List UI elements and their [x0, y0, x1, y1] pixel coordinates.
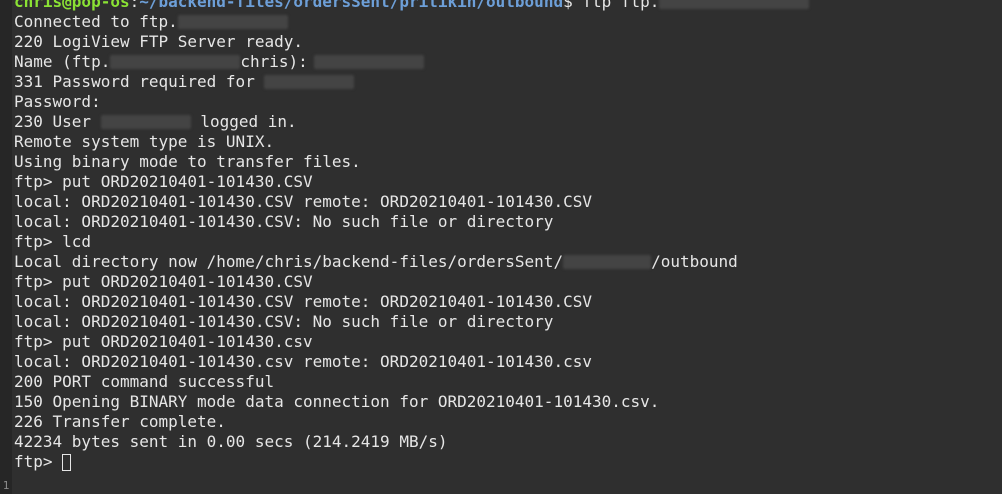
ftp-prompt: ftp> [14, 452, 63, 471]
output-text: Connected to ftp. [14, 12, 178, 31]
output-line: Remote system type is UNIX. [14, 132, 275, 151]
output-line: local: ORD20210401-101430.csv remote: OR… [14, 352, 592, 371]
output-text: chris): [240, 52, 308, 71]
redacted-username [100, 115, 191, 129]
prompt-separator: : [129, 0, 140, 11]
output-text: Name (ftp. [14, 52, 111, 71]
output-line: 331 Password required for [14, 72, 1002, 92]
redacted-hostname [659, 0, 810, 9]
output-line: local: ORD20210401-101430.CSV: No such f… [14, 212, 554, 231]
redacted-username [313, 55, 424, 69]
redacted-hostname [177, 15, 288, 29]
redacted-directory [563, 255, 652, 269]
output-line: Name (ftp. chris): [14, 52, 1002, 72]
output-line: 226 Transfer complete. [14, 412, 226, 431]
prompt-symbol: $ [563, 0, 583, 11]
gutter-line-number: 1 [2, 479, 10, 492]
redacted-hostname [110, 55, 241, 69]
output-line: local: ORD20210401-101430.CSV: No such f… [14, 312, 554, 331]
output-text: 230 User [14, 112, 101, 131]
output-line: 150 Opening BINARY mode data connection … [14, 392, 660, 411]
output-line: 42234 bytes sent in 0.00 secs (214.2419 … [14, 432, 448, 451]
output-line: local: ORD20210401-101430.CSV remote: OR… [14, 292, 592, 311]
prompt-user-host: chris@pop-os [14, 0, 130, 11]
text-cursor[interactable] [62, 454, 72, 471]
output-line: 200 PORT command successful [14, 372, 275, 391]
output-text: Local directory now /home/chris/backend-… [14, 252, 564, 271]
line-gutter: 1 [0, 0, 12, 494]
prompt-line: chris@pop-os:~/backend-files/ordersSent/… [14, 0, 1002, 12]
redacted-username [264, 75, 355, 89]
terminal-output: chris@pop-os:~/backend-files/ordersSent/… [14, 0, 1002, 472]
output-text: logged in. [190, 112, 297, 131]
output-line: ftp> put ORD20210401-101430.CSV [14, 172, 313, 191]
output-line: Connected to ftp. [14, 12, 1002, 32]
output-line: ftp> put ORD20210401-101430.CSV [14, 272, 313, 291]
output-line: 220 LogiView FTP Server ready. [14, 32, 303, 51]
output-line: Local directory now /home/chris/backend-… [14, 252, 1002, 272]
output-line: 230 User logged in. [14, 112, 1002, 132]
output-text: /outbound [651, 252, 738, 271]
output-line: ftp> put ORD20210401-101430.csv [14, 332, 313, 351]
output-line: Password: [14, 92, 101, 111]
output-line: Using binary mode to transfer files. [14, 152, 361, 171]
terminal-window[interactable]: 1 chris@pop-os:~/backend-files/ordersSen… [0, 0, 1002, 494]
prompt-command: ftp ftp. [582, 0, 660, 11]
output-line: ftp> lcd [14, 232, 92, 251]
prompt-path: ~/backend-files/ordersSent/pritikin/outb… [139, 0, 564, 11]
output-line: local: ORD20210401-101430.CSV remote: OR… [14, 192, 592, 211]
ftp-prompt-line[interactable]: ftp> [14, 452, 1002, 472]
output-text: 331 Password required for [14, 72, 265, 91]
